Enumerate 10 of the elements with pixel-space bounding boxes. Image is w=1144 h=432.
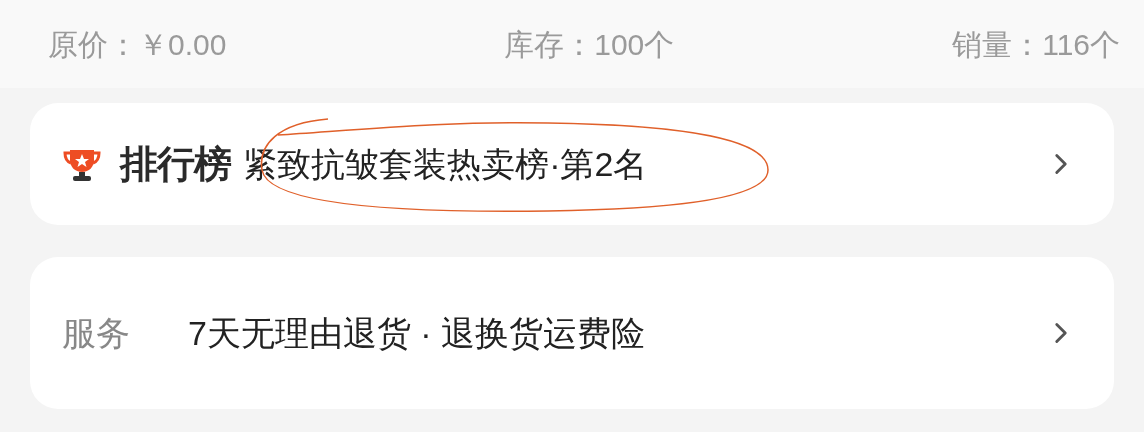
service-card[interactable]: 服务 7天无理由退货 · 退换货运费险: [30, 257, 1114, 409]
stat-value: 100个: [594, 26, 675, 63]
stat-value: ￥0.00: [138, 26, 227, 63]
stat-label: 销量：: [952, 26, 1043, 63]
service-label: 服务: [62, 312, 131, 354]
stat-label: 原价：: [48, 26, 138, 63]
service-text: 7天无理由退货 · 退换货运费险: [188, 312, 646, 354]
ranking-logo: 排行榜: [120, 141, 232, 187]
stat-value: 116个: [1042, 26, 1120, 63]
stat-label: 库存：: [504, 26, 595, 63]
